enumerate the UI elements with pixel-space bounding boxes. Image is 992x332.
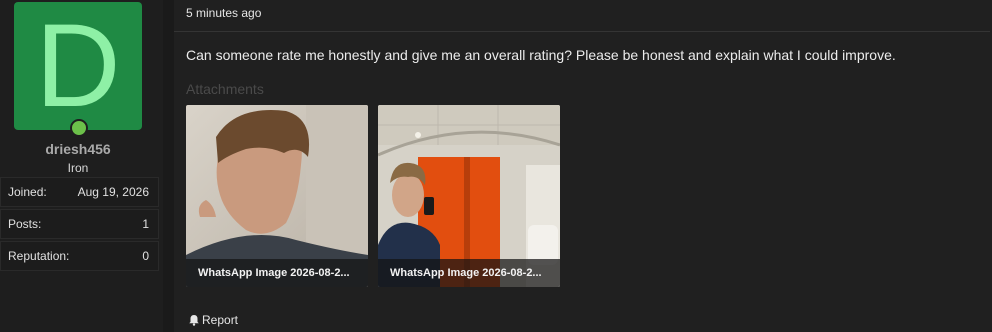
avatar[interactable]: D	[14, 2, 142, 130]
stat-label: Joined:	[8, 185, 47, 199]
stat-label: Posts:	[8, 217, 42, 231]
online-status-icon	[70, 119, 88, 137]
report-label: Report	[202, 313, 239, 327]
attachment-thumbnail[interactable]: WhatsApp Image 2026-08-2...	[186, 105, 368, 287]
attachment-thumbnail[interactable]: WhatsApp Image 2026-08-2...	[378, 105, 560, 287]
post-body: 5 minutes ago Can someone rate me honest…	[174, 0, 992, 332]
avatar-container[interactable]: D	[14, 2, 142, 137]
attachment-caption: WhatsApp Image 2026-08-2...	[186, 259, 368, 287]
username-link[interactable]: driesh456	[0, 141, 156, 157]
post-timestamp[interactable]: 5 minutes ago	[186, 6, 261, 20]
post-message: Can someone rate me honestly and give me…	[186, 47, 896, 63]
stat-value: 1	[142, 217, 149, 231]
user-rank: Iron	[67, 161, 89, 175]
stat-joined: Joined: Aug 19, 2026	[0, 177, 159, 207]
stat-label: Reputation:	[8, 249, 70, 263]
user-sidebar: D driesh456 Iron Joined: Aug 19, 2026 Po…	[0, 0, 163, 332]
attachment-caption: WhatsApp Image 2026-08-2...	[378, 259, 560, 287]
stat-posts: Posts: 1	[0, 209, 159, 239]
stat-reputation: Reputation: 0	[0, 241, 159, 271]
stat-value: 0	[142, 249, 149, 263]
user-stats: Joined: Aug 19, 2026 Posts: 1 Reputation…	[0, 177, 159, 273]
stat-value: Aug 19, 2026	[77, 185, 149, 199]
divider	[174, 31, 990, 32]
attachments-heading: Attachments	[186, 81, 264, 97]
bell-icon	[189, 315, 199, 326]
report-button[interactable]: Report	[188, 313, 238, 327]
